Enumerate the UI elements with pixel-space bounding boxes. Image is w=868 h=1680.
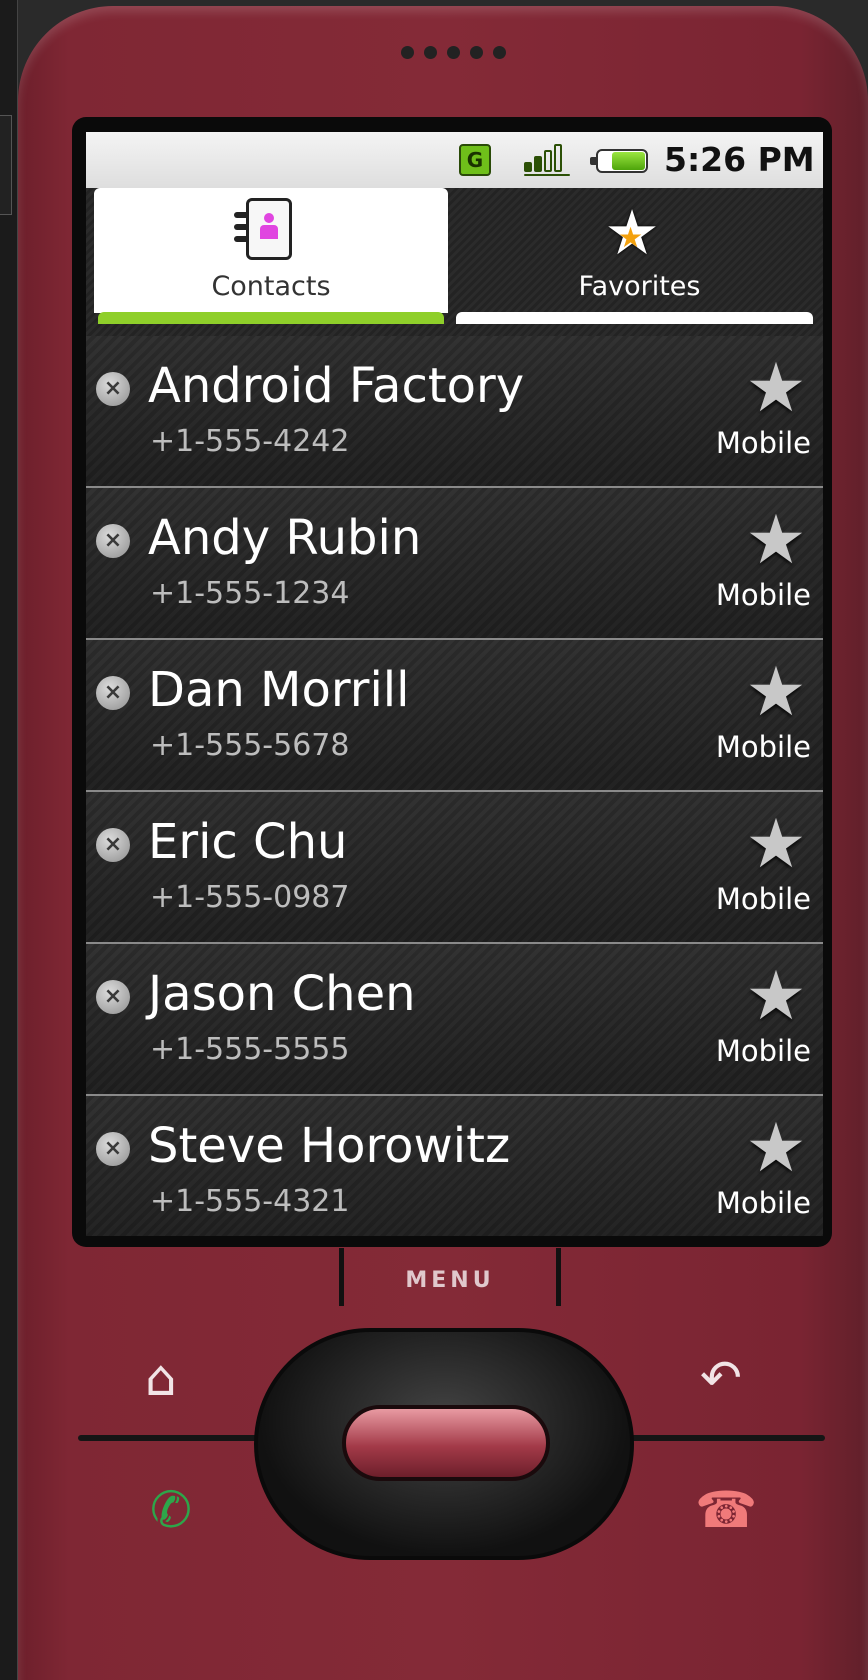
contact-phone: +1-555-0987 (150, 880, 350, 915)
speaker-grille (401, 46, 506, 59)
favorite-star-icon[interactable]: ★ (743, 811, 809, 879)
menu-button[interactable]: MENU (339, 1248, 561, 1306)
contact-phone: +1-555-5555 (150, 1032, 350, 1067)
end-call-icon[interactable]: ☎ (695, 1485, 757, 1535)
contact-row[interactable]: × Dan Morrill +1-555-5678 ★ Mobile (86, 640, 823, 792)
tab-contacts[interactable]: Contacts (94, 188, 448, 336)
contact-phone: +1-555-1234 (150, 576, 350, 611)
tab-favorites-label: Favorites (578, 271, 701, 302)
favorite-star-icon[interactable]: ★ (743, 507, 809, 575)
contact-row[interactable]: × Eric Chu +1-555-0987 ★ Mobile (86, 792, 823, 944)
tab-selected-indicator (98, 312, 444, 324)
contact-name: Android Factory (148, 358, 525, 414)
trackball[interactable] (342, 1405, 550, 1481)
presence-offline-icon: × (96, 524, 130, 558)
tab-indicator (456, 312, 813, 324)
presence-offline-icon: × (96, 1132, 130, 1166)
contact-phone: +1-555-5678 (150, 728, 350, 763)
contact-name: Jason Chen (148, 966, 416, 1022)
favorite-star-icon[interactable]: ★ (743, 963, 809, 1031)
tab-contacts-label: Contacts (211, 271, 331, 302)
contact-name: Steve Horowitz (148, 1118, 511, 1174)
home-icon[interactable]: ⌂ (145, 1353, 177, 1403)
favorite-star-icon[interactable]: ★ (743, 355, 809, 423)
contact-book-icon (234, 198, 296, 264)
phone-type-label: Mobile (715, 1034, 811, 1068)
battery-icon (590, 149, 648, 173)
favorite-star-icon[interactable]: ★ (743, 1115, 809, 1183)
star-icon: ★ ★ (604, 196, 660, 269)
contact-name: Dan Morrill (148, 662, 410, 718)
signal-strength-icon (524, 144, 570, 176)
presence-offline-icon: × (96, 676, 130, 710)
phone-type-label: Mobile (715, 882, 811, 916)
status-bar: G 5:26 PM (86, 132, 823, 188)
phone-type-label: Mobile (715, 578, 811, 612)
presence-offline-icon: × (96, 828, 130, 862)
favorite-star-icon[interactable]: ★ (743, 659, 809, 727)
edge-network-icon: G (459, 144, 491, 176)
presence-offline-icon: × (96, 980, 130, 1014)
call-icon[interactable]: ✆ (150, 1485, 192, 1535)
phone-type-label: Mobile (715, 426, 811, 460)
contact-name: Eric Chu (148, 814, 348, 870)
contact-row[interactable]: × Andy Rubin +1-555-1234 ★ Mobile (86, 488, 823, 640)
menu-label: MENU (405, 1268, 495, 1293)
phone-type-label: Mobile (715, 730, 811, 764)
contact-phone: +1-555-4242 (150, 424, 350, 459)
screen: G 5:26 PM Contacts ★ ★ Favorites × Andro… (86, 132, 823, 1236)
back-icon[interactable]: ↶ (700, 1353, 742, 1403)
window-tab-edge (0, 115, 12, 215)
hardware-divider-right (610, 1435, 825, 1441)
contact-row[interactable]: × Android Factory +1-555-4242 ★ Mobile (86, 336, 823, 488)
tab-favorites[interactable]: ★ ★ Favorites (456, 188, 823, 336)
contact-row[interactable]: × Steve Horowitz +1-555-4321 ★ Mobile (86, 1096, 823, 1236)
contact-row[interactable]: × Jason Chen +1-555-5555 ★ Mobile (86, 944, 823, 1096)
hardware-divider-left (78, 1435, 278, 1441)
tab-bar: Contacts ★ ★ Favorites (86, 188, 823, 336)
contact-name: Andy Rubin (148, 510, 422, 566)
phone-type-label: Mobile (715, 1186, 811, 1220)
presence-offline-icon: × (96, 372, 130, 406)
contact-list: × Android Factory +1-555-4242 ★ Mobile ×… (86, 336, 823, 1236)
contact-phone: +1-555-4321 (150, 1184, 350, 1219)
left-window-strip (0, 0, 18, 1680)
status-time: 5:26 PM (664, 140, 815, 179)
